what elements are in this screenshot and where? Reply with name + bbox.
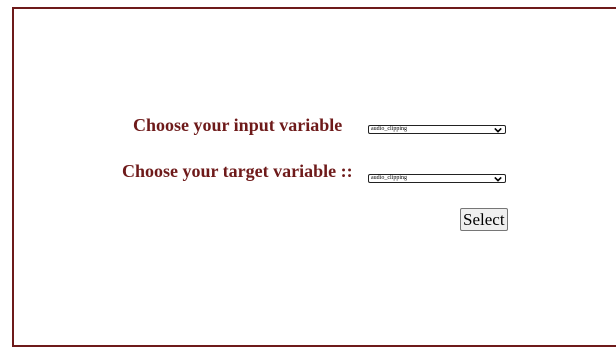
- target-variable-select[interactable]: audio_clipping: [368, 174, 506, 183]
- input-variable-select[interactable]: audio_clipping: [368, 125, 506, 134]
- input-variable-label: Choose your input variable: [133, 115, 343, 135]
- select-button[interactable]: Select: [460, 208, 508, 231]
- input-variable-select-value: audio_clipping: [371, 126, 407, 132]
- chevron-down-icon: [494, 176, 502, 182]
- chevron-down-icon: [494, 127, 502, 133]
- target-variable-select-value: audio_clipping: [371, 175, 407, 181]
- target-variable-label: Choose your target variable ::: [122, 161, 353, 181]
